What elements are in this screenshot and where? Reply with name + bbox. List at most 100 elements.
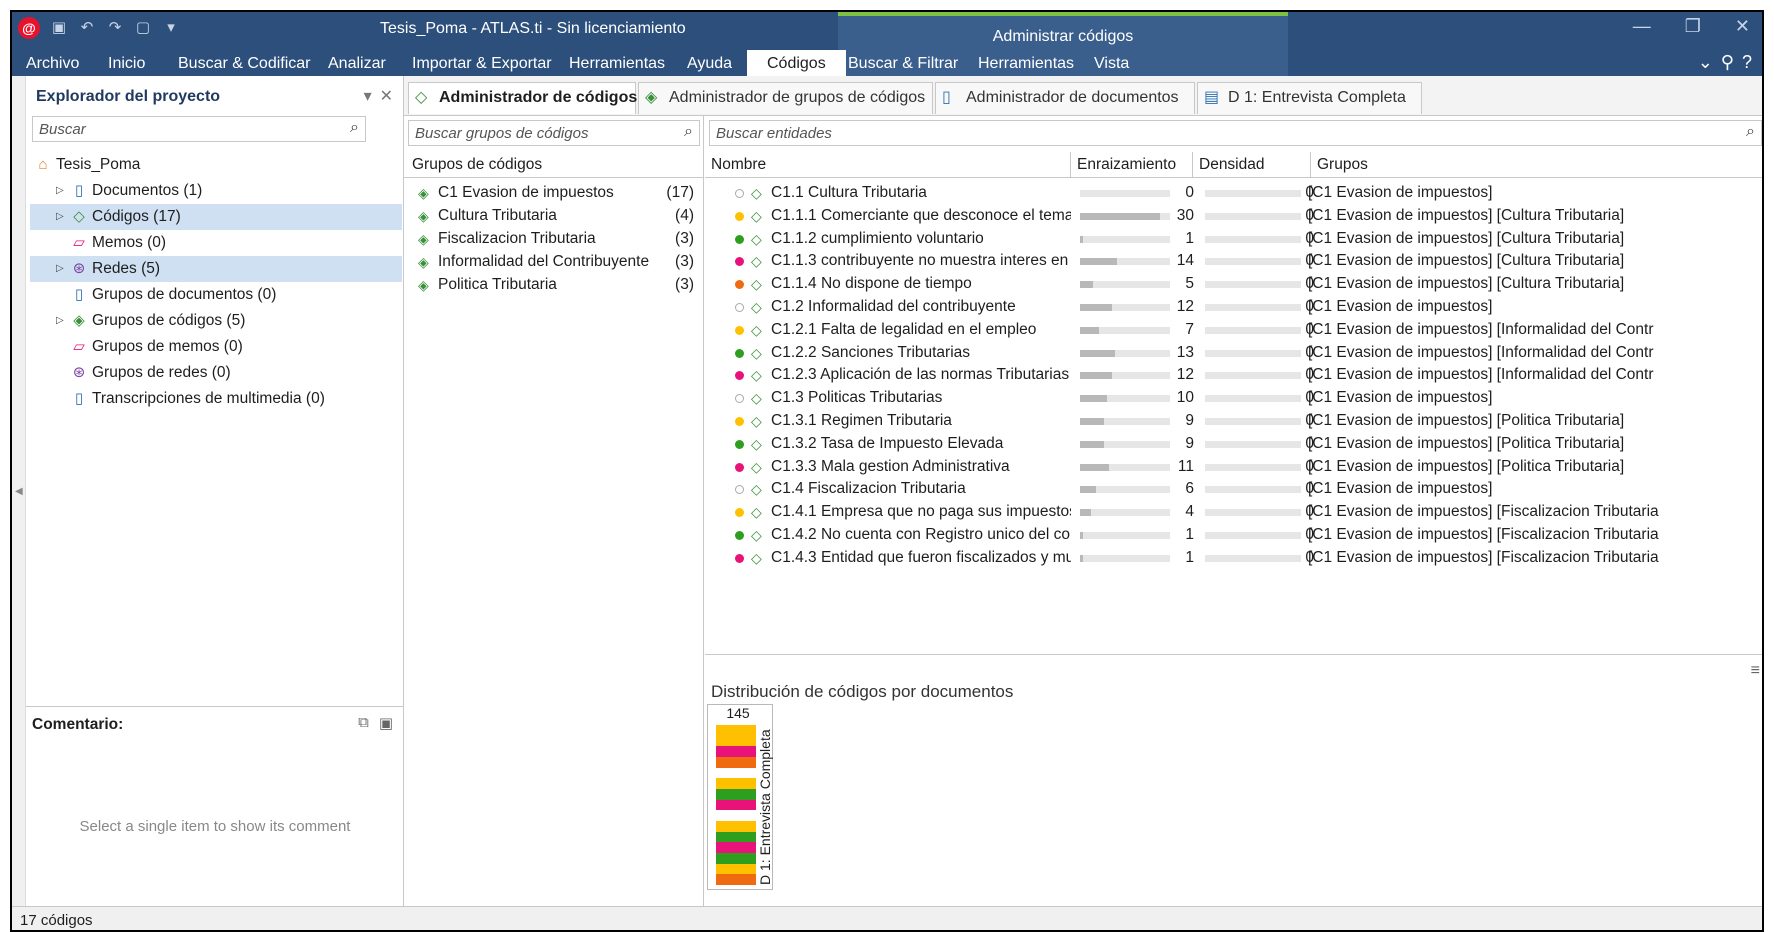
color-dot-icon bbox=[735, 485, 744, 495]
expand-arrow-icon[interactable]: ▷ bbox=[56, 178, 64, 204]
ribbon-right-controls: ⌄ ⚲ ? bbox=[1698, 52, 1752, 73]
groundedness-fill bbox=[1080, 349, 1115, 357]
account-icon[interactable]: ⚲ bbox=[1721, 52, 1734, 73]
tab-herramientas-context[interactable]: Herramientas bbox=[978, 52, 1074, 76]
tab-inicio[interactable]: Inicio bbox=[108, 52, 145, 76]
distribution-segment bbox=[716, 735, 756, 747]
customize-toolbar-icon[interactable]: ▾ bbox=[162, 19, 180, 37]
tree-project-root[interactable]: ⌂ Tesis_Poma bbox=[30, 152, 402, 178]
tab-codigos[interactable]: Códigos bbox=[747, 50, 846, 78]
tree-item-grupos-redes[interactable]: ⊛ Grupos de redes (0) bbox=[30, 360, 402, 386]
open-editor-icon[interactable]: ⧉ bbox=[358, 714, 369, 732]
close-icon[interactable]: ✕ bbox=[1735, 16, 1750, 37]
color-dot-icon bbox=[735, 394, 744, 404]
tab-herramientas[interactable]: Herramientas bbox=[569, 52, 665, 76]
tab-administrador-codigos[interactable]: ◇ Administrador de códigos ▾ ✕ bbox=[408, 82, 688, 114]
network-group-icon: ⊛ bbox=[72, 364, 86, 381]
splitter[interactable] bbox=[705, 654, 1762, 655]
code-manager-panel: Buscar entidades ⌕ Nombre Enraizamiento … bbox=[705, 116, 1762, 906]
comment-empty-message: Select a single item to show its comment bbox=[79, 818, 351, 835]
document-icon: ▤ bbox=[1204, 89, 1220, 106]
tab-buscar-filtrar[interactable]: Buscar & Filtrar bbox=[848, 52, 958, 76]
groundedness-fill bbox=[1080, 509, 1091, 517]
memo-icon: ▱ bbox=[73, 234, 85, 251]
expand-arrow-icon[interactable]: ▷ bbox=[56, 204, 64, 230]
distribution-segment bbox=[716, 757, 756, 768]
expand-arrow-icon[interactable]: ▷ bbox=[56, 256, 64, 282]
tab-administrador-grupos-codigos[interactable]: ◈ Administrador de grupos de códigos bbox=[638, 82, 933, 114]
code-group-icon: ◈ bbox=[73, 312, 85, 329]
tree-item-memos[interactable]: ▱ Memos (0) bbox=[30, 230, 402, 256]
tab-analizar[interactable]: Analizar bbox=[328, 52, 386, 76]
tree-item-grupos-memos[interactable]: ▱ Grupos de memos (0) bbox=[30, 334, 402, 360]
minimize-icon[interactable]: — bbox=[1633, 16, 1651, 37]
tab-archivo[interactable]: Archivo bbox=[26, 52, 79, 76]
groundedness-bar bbox=[1080, 304, 1170, 311]
tree-item-label: Grupos de memos (0) bbox=[92, 338, 243, 355]
tab-buscar-codificar[interactable]: Buscar & Codificar bbox=[178, 52, 311, 76]
column-header-densidad[interactable]: Densidad bbox=[1192, 152, 1310, 178]
column-header-enraizamiento[interactable]: Enraizamiento bbox=[1070, 152, 1192, 178]
explorer-search-input[interactable]: Buscar ⌕ bbox=[32, 116, 366, 142]
tree-item-grupos-codigos[interactable]: ▷ ◈ Grupos de códigos (5) bbox=[30, 308, 402, 334]
tree-item-label: Transcripciones de multimedia (0) bbox=[92, 390, 325, 407]
code-group-manager-icon: ◈ bbox=[645, 89, 658, 106]
atlas-logo-icon[interactable]: @ bbox=[18, 17, 40, 39]
code-group-row[interactable]: ◈ Politica Tributaria (3) bbox=[404, 272, 704, 298]
tree-item-redes[interactable]: ▷ ⊛ Redes (5) bbox=[30, 256, 402, 282]
color-dot-icon bbox=[735, 189, 744, 198]
tree-item-grupos-documentos[interactable]: ▯ Grupos de documentos (0) bbox=[30, 282, 402, 308]
groundedness-fill bbox=[1080, 372, 1112, 380]
tree-item-label: Memos (0) bbox=[92, 234, 167, 251]
tab-importar-exportar[interactable]: Importar & Exportar bbox=[412, 52, 552, 76]
column-header-nombre[interactable]: Nombre bbox=[705, 152, 1070, 178]
restore-icon[interactable]: ❐ bbox=[1685, 16, 1701, 37]
distribution-segment bbox=[716, 799, 756, 811]
tab-administrador-documentos[interactable]: ▯ Administrador de documentos bbox=[935, 82, 1195, 114]
collapse-left-icon[interactable]: ◀ bbox=[15, 486, 23, 497]
distribution-chart[interactable]: 145 D 1: Entrevista Completa bbox=[707, 704, 773, 890]
window-icon[interactable]: ▢ bbox=[134, 19, 152, 37]
column-header-grupos[interactable]: Grupos bbox=[1310, 152, 1762, 178]
distribution-segment bbox=[716, 821, 756, 832]
menu-icon[interactable]: ≡ bbox=[1751, 662, 1760, 680]
save-comment-icon[interactable]: ▣ bbox=[379, 714, 393, 732]
groundedness-bar bbox=[1080, 190, 1170, 197]
distribution-segment bbox=[716, 842, 756, 854]
entities-search-input[interactable]: Buscar entidades ⌕ bbox=[709, 120, 1762, 146]
close-explorer-icon[interactable]: ✕ bbox=[380, 86, 393, 106]
undo-icon[interactable]: ↶ bbox=[78, 19, 96, 37]
tree-item-documentos[interactable]: ▷ ▯ Documentos (1) bbox=[30, 178, 402, 204]
window-title: Tesis_Poma - ATLAS.ti - Sin licenciamien… bbox=[380, 20, 686, 37]
save-icon[interactable]: ▣ bbox=[50, 19, 68, 37]
groundedness-bar bbox=[1080, 554, 1170, 562]
distribution-segment bbox=[716, 874, 756, 886]
help-icon[interactable]: ? bbox=[1742, 52, 1752, 73]
tree-item-transcripciones[interactable]: ▯ Transcripciones de multimedia (0) bbox=[30, 386, 402, 412]
search-icon[interactable]: ⌕ bbox=[350, 119, 359, 137]
tab-entrevista-completa[interactable]: ▤ D 1: Entrevista Completa bbox=[1197, 82, 1422, 114]
redo-icon[interactable]: ↷ bbox=[106, 19, 124, 37]
groups-column-header[interactable]: Grupos de códigos bbox=[404, 152, 704, 178]
search-icon[interactable]: ⌕ bbox=[684, 123, 693, 141]
code-groups-panel: Buscar grupos de códigos ⌕ Grupos de cód… bbox=[404, 116, 704, 906]
collapse-ribbon-icon[interactable]: ⌄ bbox=[1698, 52, 1713, 73]
code-row[interactable]: ◇ C1.4.3 Entidad que fueron fiscalizados … bbox=[705, 545, 1762, 571]
tab-vista[interactable]: Vista bbox=[1094, 52, 1129, 76]
groups-search-input[interactable]: Buscar grupos de códigos ⌕ bbox=[408, 120, 700, 146]
tree-item-label: Grupos de documentos (0) bbox=[92, 286, 277, 303]
expand-arrow-icon[interactable]: ▷ bbox=[56, 308, 64, 334]
dropdown-icon[interactable]: ▾ bbox=[364, 86, 372, 106]
code-manager-icon: ◇ bbox=[415, 89, 428, 106]
project-icon: ⌂ bbox=[38, 156, 48, 173]
entities-search-placeholder: Buscar entidades bbox=[716, 125, 832, 142]
tree-item-codigos[interactable]: ▷ ◇ Códigos (17) bbox=[30, 204, 402, 230]
side-collapse-strip[interactable]: ◀ bbox=[12, 76, 26, 906]
search-icon[interactable]: ⌕ bbox=[1746, 123, 1755, 141]
tab-ayuda[interactable]: Ayuda bbox=[687, 52, 732, 76]
groundedness-bar bbox=[1080, 235, 1170, 243]
distribution-segment bbox=[716, 831, 756, 843]
document-group-icon: ▯ bbox=[74, 286, 84, 303]
color-dot-icon bbox=[735, 234, 744, 244]
color-dot-icon bbox=[735, 553, 744, 563]
